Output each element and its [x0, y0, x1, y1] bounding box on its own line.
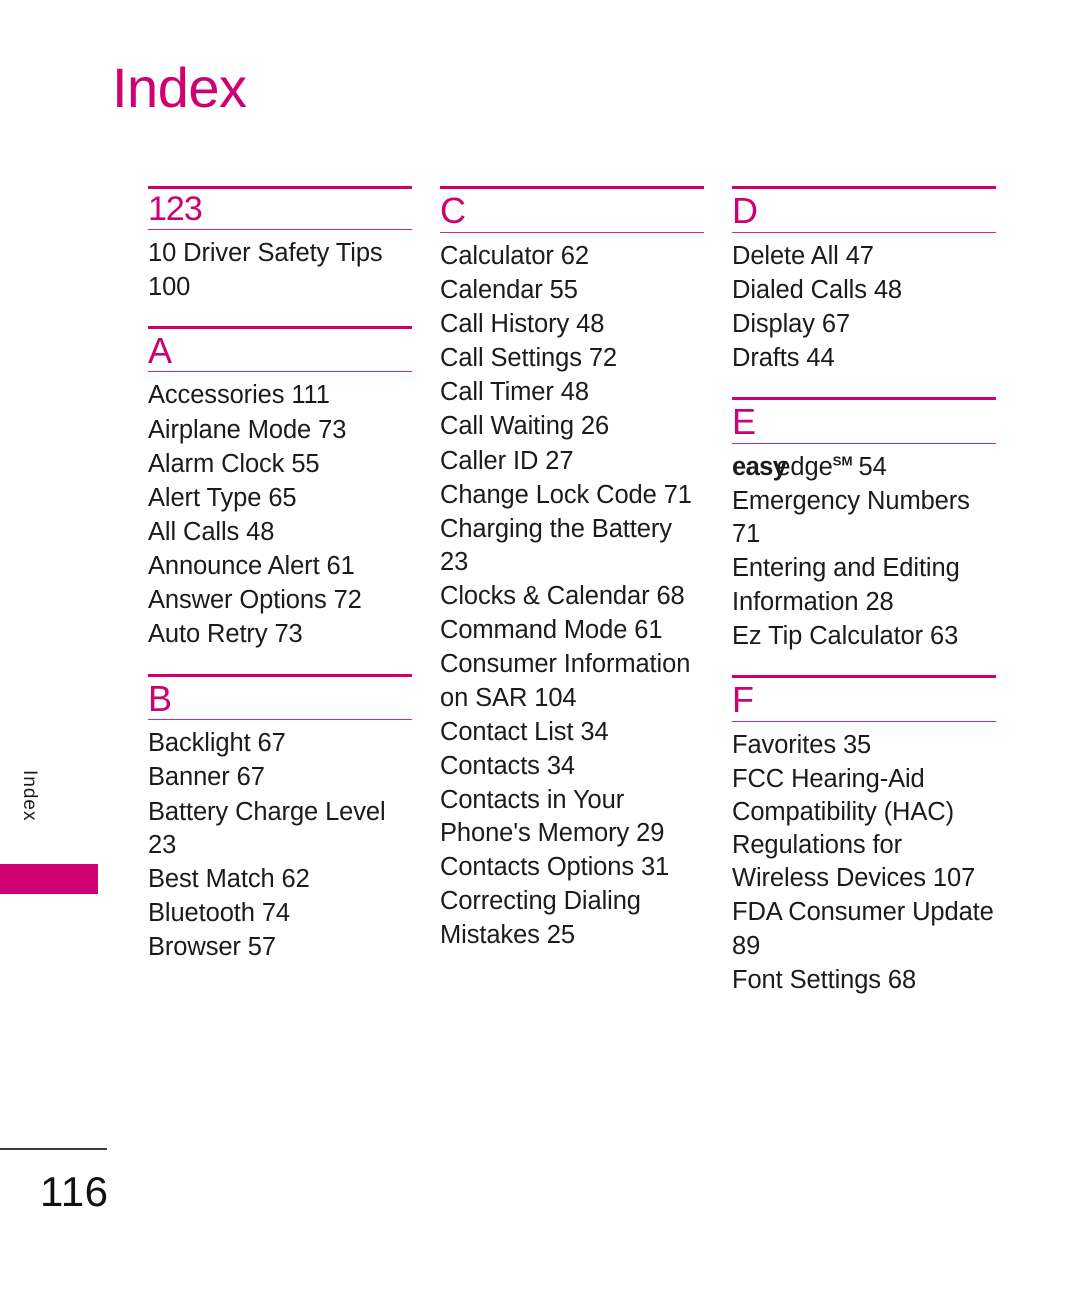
index-entry: Emergency Numbers 71	[732, 487, 970, 549]
index-entry: Drafts 44	[732, 344, 835, 373]
index-column: 123 10 Driver Safety Tips 100 A Accessories…	[148, 186, 412, 986]
index-entry: easyedgeSM 54	[732, 451, 996, 484]
page-number: 116	[40, 1168, 109, 1215]
index-columns: 123 10 Driver Safety Tips 100 A Accessories…	[148, 186, 996, 1019]
footer-rule	[0, 1148, 107, 1150]
index-section-e: EeasyedgeSM 54 Emergency Numbers 71 Enterin…	[732, 397, 996, 653]
index-entry: Call Timer 48	[440, 378, 589, 407]
easyedge-page-ref: 54	[858, 453, 887, 482]
index-entry: Contacts 34	[440, 751, 575, 780]
section-letter: F	[732, 678, 754, 720]
section-letter: E	[732, 401, 757, 443]
index-section-b: B Backlight 67 Banner 67 Battery Charge Lev…	[148, 673, 412, 965]
index-entry: Bluetooth 74	[148, 899, 291, 928]
section-letter: D	[732, 190, 758, 231]
index-entry: Change Lock Code 71	[440, 480, 692, 509]
index-section-d: D Delete All 47 Dialed Calls 48 Display 67 D…	[732, 186, 996, 375]
index-entry: Alarm Clock 55	[148, 449, 320, 478]
index-entry: Alert Type 65	[148, 483, 297, 512]
index-entry: Display 67	[732, 310, 851, 339]
index-entry: Contact List 34	[440, 717, 609, 746]
index-entry: Clocks & Calendar 68	[440, 582, 685, 611]
index-entry: All Calls 48	[148, 518, 275, 547]
index-section-f: F Favorites 35 FCC Hearing-Aid Compatibili…	[732, 674, 996, 997]
page-title: Index	[112, 56, 247, 119]
index-entry: FCC Hearing-Aid Compatibility (HAC) Regu…	[732, 764, 976, 893]
section-letter: A	[148, 329, 173, 371]
index-entry: Backlight 67	[148, 729, 286, 758]
easyedge-logotype: easyedgeSM	[732, 451, 853, 484]
index-entry: Battery Charge Level 23	[148, 797, 386, 859]
index-entry: Call Waiting 26	[440, 412, 610, 441]
index-entry: Answer Options 72	[148, 586, 362, 615]
index-column: C Calculator 62 Calendar 55 Call History 48…	[440, 186, 704, 974]
index-entry: Caller ID 27	[440, 446, 574, 475]
section-rule-bottom	[148, 371, 412, 373]
index-entry: Charging the Battery 23	[440, 514, 672, 577]
section-rule-bottom	[148, 719, 412, 721]
index-entry: Call Settings 72	[440, 344, 617, 373]
index-entry: Consumer Information on SAR 104	[440, 650, 691, 712]
index-entry: Announce Alert 61	[148, 552, 355, 581]
section-rule-bottom	[732, 443, 996, 445]
index-entry: Contacts Options 31	[440, 853, 670, 882]
index-section-a: A Accessories 111 Airplane Mode 73 Alarm Cl…	[148, 325, 412, 652]
index-section-123: 123 10 Driver Safety Tips 100	[148, 186, 412, 304]
index-entry: Favorites 35	[732, 730, 872, 759]
index-entry: Banner 67	[148, 763, 265, 792]
index-entry: Calculator 62	[440, 241, 589, 270]
index-column: D Delete All 47 Dialed Calls 48 Display 67 D…	[732, 186, 996, 1019]
index-entry: Font Settings 68	[732, 965, 917, 994]
index-entry: Calendar 55	[440, 275, 578, 304]
index-entry: Correcting Dialing Mistakes 25	[440, 887, 641, 949]
index-entry: Delete All 47	[732, 241, 874, 270]
index-entry: Browser 57	[148, 933, 276, 962]
easyedge-servicemark: SM	[832, 453, 853, 469]
section-rule-bottom	[732, 720, 996, 722]
section-letter: C	[440, 190, 466, 231]
index-entry: Best Match 62	[148, 864, 310, 893]
index-entry: Accessories 111	[148, 381, 330, 410]
section-rule-bottom	[732, 231, 996, 233]
section-rule-bottom	[148, 229, 412, 231]
side-tab-marker	[0, 864, 98, 894]
index-entry: Auto Retry 73	[148, 620, 303, 649]
index-entry: 10 Driver Safety Tips 100	[148, 239, 383, 301]
index-entry: Call History 48	[440, 310, 605, 339]
index-entry: Contacts in Your Phone's Memory 29	[440, 786, 665, 848]
section-letter: 123	[148, 190, 203, 228]
section-rule-bottom	[440, 231, 704, 233]
easyedge-second: edge	[776, 453, 833, 482]
index-entry: Ez Tip Calculator 63	[732, 621, 959, 650]
index-section-c: C Calculator 62 Calendar 55 Call History 48…	[440, 186, 704, 952]
index-entry: Entering and Editing Information 28	[732, 554, 960, 616]
index-entry: Dialed Calls 48	[732, 275, 903, 304]
index-entry: Command Mode 61	[440, 616, 663, 645]
index-entry: FDA Consumer Update 89	[732, 898, 994, 960]
index-entry: Airplane Mode 73	[148, 415, 347, 444]
section-letter: B	[148, 677, 173, 719]
